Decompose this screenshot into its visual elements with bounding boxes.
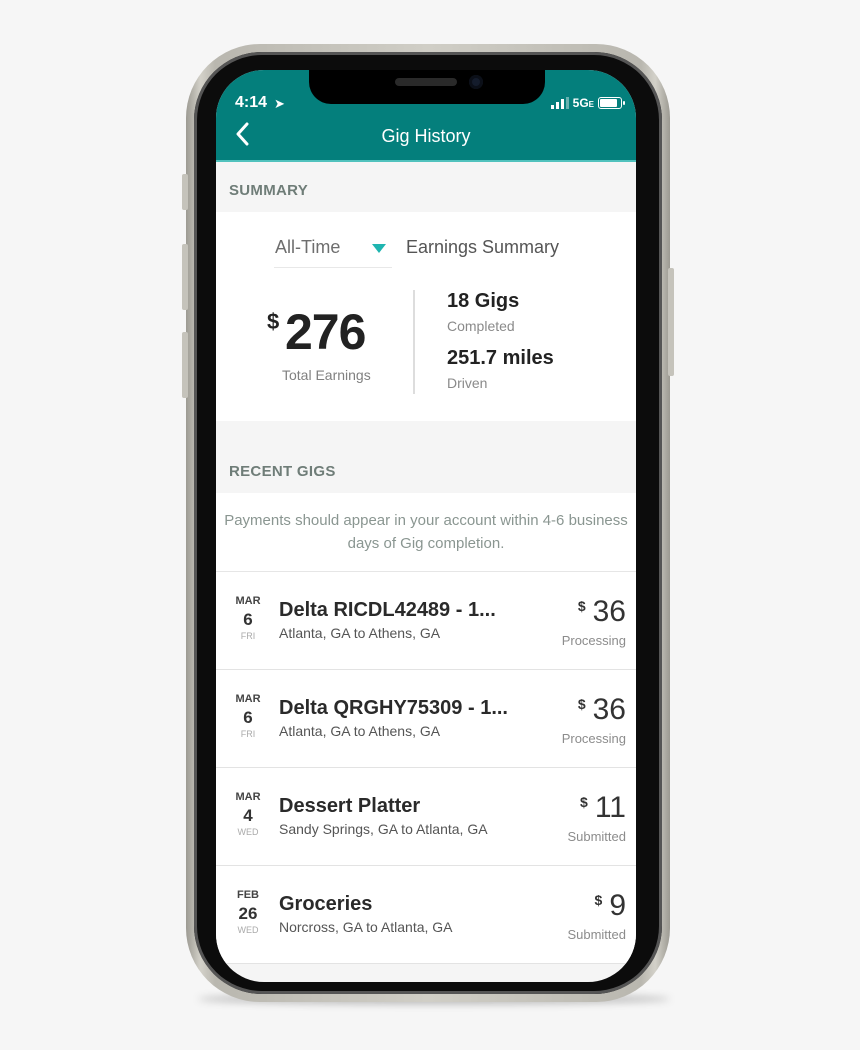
gig-weekday: FRI [240, 631, 256, 641]
speaker-grille [395, 78, 457, 86]
gig-title: Delta RICDL42489 - 1... [279, 599, 496, 621]
gig-status: Submitted [567, 829, 626, 844]
gig-amount-value: 9 [609, 889, 626, 922]
gig-amount-value: 11 [594, 791, 626, 824]
notch [309, 70, 545, 104]
payment-notice-text: Payments should appear in your account w… [224, 512, 628, 552]
summary-section-label: SUMMARY [229, 182, 309, 199]
gig-day: 26 [238, 904, 258, 923]
status-indicators: 5GE [550, 96, 625, 110]
gig-amount: $9 [595, 889, 626, 923]
gig-month: FEB [237, 889, 259, 901]
currency-symbol: $ [267, 309, 280, 334]
volume-down-button [182, 332, 188, 398]
location-arrow-icon: ➤ [274, 96, 285, 111]
gig-weekday: FRI [240, 729, 256, 739]
period-selected: All-Time [275, 237, 341, 257]
gigs-completed-value: 18 Gigs [447, 290, 520, 312]
volume-up-button [182, 244, 188, 310]
gig-currency: $ [577, 598, 586, 614]
gig-status: Processing [561, 633, 626, 648]
gig-month: MAR [235, 791, 261, 803]
silent-switch [182, 174, 188, 210]
gig-route: Norcross, GA to Atlanta, GA [279, 919, 453, 935]
payment-notice: Payments should appear in your account w… [216, 493, 636, 572]
total-earnings-label: Total Earnings [282, 367, 371, 383]
gig-currency: $ [577, 696, 586, 712]
gig-weekday: WED [237, 925, 259, 935]
gig-day: 6 [243, 708, 253, 727]
gig-amount-value: 36 [592, 693, 626, 726]
gigs-completed-label: Completed [447, 318, 515, 334]
gig-row[interactable]: MAR 4 WED Dessert Platter Sandy Springs,… [216, 768, 636, 866]
gig-title: Dessert Platter [279, 795, 421, 817]
gig-amount: $36 [578, 595, 626, 629]
gig-day: 4 [243, 806, 253, 825]
power-button [668, 268, 674, 376]
gig-weekday: WED [237, 827, 259, 837]
gig-day: 6 [243, 610, 253, 629]
network-suffix: E [588, 100, 594, 109]
app-screen: 4:14 ➤ 5GE Gig History SUMMARY All-Time [216, 70, 636, 982]
gig-list: MAR 6 FRI Delta RICDL42489 - 1... Atlant… [216, 572, 636, 964]
summary-card: All-Time Earnings Summary $ 276 Total Ea… [216, 212, 636, 421]
gig-currency: $ [580, 794, 588, 810]
gig-row[interactable]: MAR 6 FRI Delta RICDL42489 - 1... Atlant… [216, 572, 636, 670]
gig-route: Sandy Springs, GA to Atlanta, GA [279, 821, 488, 837]
gig-currency: $ [594, 892, 603, 908]
gig-amount-value: 36 [592, 595, 626, 628]
caret-down-icon [372, 244, 386, 253]
gig-route: Atlanta, GA to Athens, GA [279, 723, 441, 739]
gig-amount: $36 [578, 693, 626, 727]
miles-driven-label: Driven [447, 375, 488, 391]
gig-row[interactable]: FEB 26 WED Groceries Norcross, GA to Atl… [216, 866, 636, 964]
status-time: 4:14 [235, 94, 268, 111]
miles-driven-value: 251.7 miles [447, 347, 554, 369]
gig-title: Delta QRGHY75309 - 1... [279, 697, 508, 719]
gig-title: Groceries [279, 893, 373, 915]
period-dropdown[interactable]: All-Time [274, 237, 392, 268]
total-earnings-value: 276 [285, 304, 366, 360]
summary-divider [413, 290, 415, 394]
network-label: 5G [572, 96, 589, 110]
gig-amount: $11 [580, 791, 626, 825]
recent-gigs-section-label: RECENT GIGS [229, 463, 336, 480]
phone-frame: 4:14 ➤ 5GE Gig History SUMMARY All-Time [182, 44, 674, 1002]
earnings-summary-label: Earnings Summary [406, 237, 560, 257]
gig-status: Processing [561, 731, 626, 746]
gig-status: Submitted [567, 927, 626, 942]
network-type: 5GE [573, 96, 594, 110]
gig-row[interactable]: MAR 6 FRI Delta QRGHY75309 - 1... Atlant… [216, 670, 636, 768]
battery-icon [598, 97, 625, 109]
gig-route: Atlanta, GA to Athens, GA [279, 625, 441, 641]
gig-month: MAR [235, 595, 261, 607]
gig-month: MAR [235, 693, 261, 705]
signal-icon [550, 97, 569, 109]
front-camera [469, 75, 483, 89]
page-title: Gig History [381, 126, 471, 146]
